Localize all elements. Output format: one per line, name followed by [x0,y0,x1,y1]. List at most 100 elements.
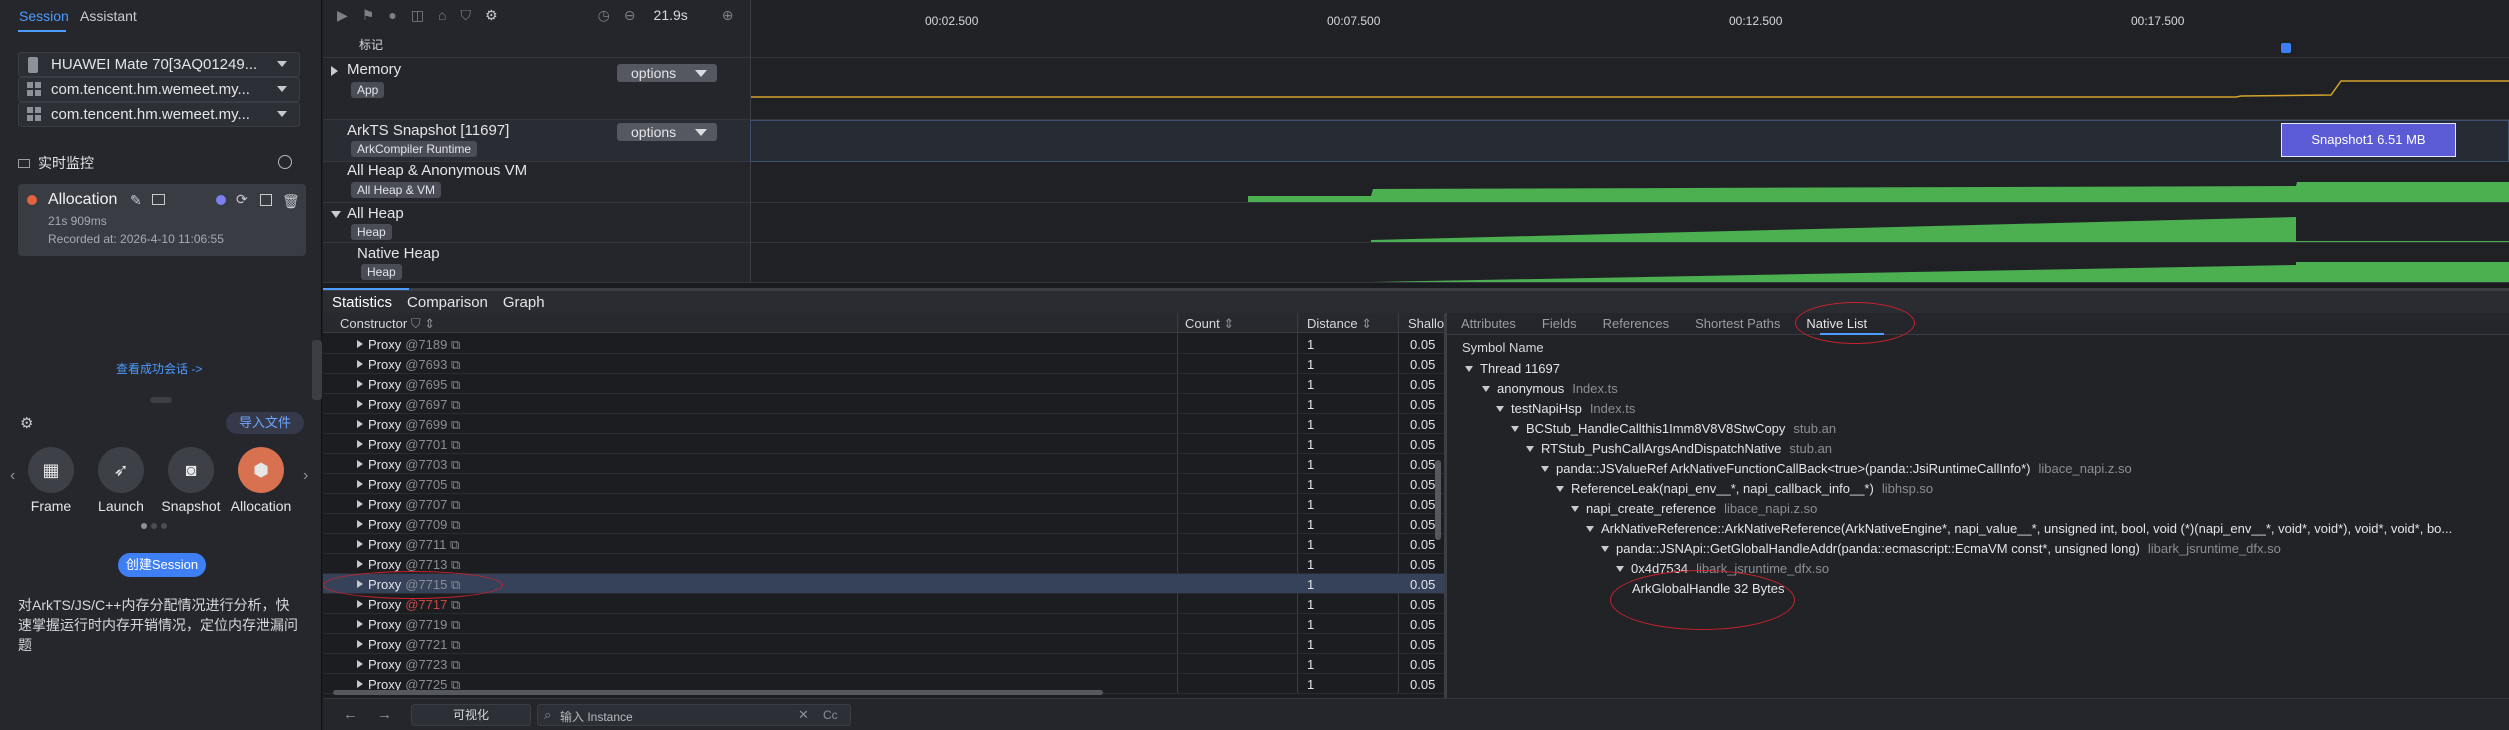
expand-arrow-icon[interactable] [357,340,363,348]
table-row[interactable]: Proxy @7703 ⧉ 1 0.05 [323,454,1444,474]
table-row[interactable]: Proxy @7719 ⧉ 1 0.05 [323,614,1444,634]
table-row[interactable]: Proxy @7701 ⧉ 1 0.05 [323,434,1444,454]
tree-node[interactable]: napi_create_reference libace_napi.z.so [1571,501,1817,516]
collapse-arrow-icon[interactable] [1571,506,1579,512]
allocation-session-card[interactable]: Allocation ✎ ⟳ 🗑 21s 909ms Recorded at: … [18,184,306,256]
table-row[interactable]: Proxy @7723 ⧉ 1 0.05 [323,654,1444,674]
collapse-handle[interactable] [150,397,172,403]
copy-icon[interactable]: ⧉ [451,497,460,512]
tab-session[interactable]: Session [19,8,69,24]
search-input[interactable]: 输入 Instance [560,708,633,725]
snapshot-badge[interactable]: Snapshot1 6.51 MB [2281,123,2456,157]
camera-marker-icon[interactable] [2281,43,2291,53]
panel-resize-handle[interactable] [312,340,322,400]
app-select-2[interactable]: com.tencent.hm.wemeet.my... [18,102,300,127]
tree-node[interactable]: ReferenceLeak(napi_env__*, napi_callback… [1556,481,1933,496]
save-icon[interactable] [260,194,272,206]
copy-icon[interactable]: ⧉ [450,537,459,552]
tab-references[interactable]: References [1603,316,1669,331]
expand-arrow-icon[interactable] [357,640,363,648]
table-row[interactable]: Proxy @7713 ⧉ 1 0.05 [323,554,1444,574]
import-file-button[interactable]: 导入文件 [226,412,304,434]
collapse-arrow-icon[interactable] [1616,566,1624,572]
copy-icon[interactable]: ⧉ [451,337,460,352]
filter-icon[interactable]: ⛉ [411,316,421,331]
col-distance[interactable]: Distance ⇕ [1307,316,1372,332]
tree-node[interactable]: ArkNativeReference::ArkNativeReference(A… [1586,521,2452,536]
expand-arrow-icon[interactable] [357,520,363,528]
expand-arrow-icon[interactable] [357,680,363,688]
table-row[interactable]: Proxy @7699 ⧉ 1 0.05 [323,414,1444,434]
frame-tool-icon[interactable]: ▦ [28,447,74,493]
tab-fields[interactable]: Fields [1542,316,1577,331]
tab-shortest-paths[interactable]: Shortest Paths [1695,316,1780,331]
stop-icon[interactable]: ● [388,7,396,23]
tree-node[interactable]: BCStub_HandleCallthis1Imm8V8V8StwCopy stu… [1511,421,1836,436]
collapse-arrow-icon[interactable] [1482,386,1490,392]
play-icon[interactable]: ▶ [337,7,348,24]
back-arrow-icon[interactable]: ← [343,706,358,723]
snapshot-icon[interactable]: ◫ [411,7,424,24]
sort-icon[interactable]: ⇕ [424,316,435,331]
refresh-icon[interactable]: ⟳ [236,191,248,208]
edit-icon[interactable]: ✎ [130,192,142,209]
filter-icon[interactable]: ⛉ [461,7,472,24]
expand-arrow-icon[interactable] [357,400,363,408]
table-row[interactable]: Proxy @7711 ⧉ 1 0.05 [323,534,1444,554]
copy-icon[interactable]: ⧉ [451,377,460,392]
options-dropdown[interactable]: options [617,123,717,141]
tree-node[interactable]: RTStub_PushCallArgsAndDispatchNative stub… [1526,441,1832,456]
col-shallow[interactable]: Shallo [1408,316,1444,331]
settings-icon[interactable]: ⚙ [485,7,498,24]
track-arkts-snapshot[interactable]: ArkTS Snapshot [11697] ArkCompiler Runti… [323,120,750,162]
chevron-right-icon[interactable]: › [303,467,308,485]
launch-tool-icon[interactable]: ➶ [98,447,144,493]
copy-icon[interactable]: ⧉ [451,517,460,532]
track-native-heap[interactable]: Native Heap Heap [323,243,750,283]
table-row[interactable]: Proxy @7189 ⧉ 1 0.05 [323,334,1444,354]
app-select-1[interactable]: com.tencent.hm.wemeet.my... [18,77,300,102]
home-icon[interactable]: ⌂ [438,7,446,23]
table-row[interactable]: Proxy @7697 ⧉ 1 0.05 [323,394,1444,414]
heap-track-area[interactable] [750,203,2509,243]
match-case-toggle[interactable]: Cc [823,708,838,722]
expand-arrow-icon[interactable] [357,360,363,368]
heap-vm-track-area[interactable] [750,162,2509,203]
collapse-arrow-icon[interactable] [1511,426,1519,432]
expand-arrow-icon[interactable] [357,460,363,468]
collapse-arrow-icon[interactable] [1496,406,1504,412]
expand-arrow-icon[interactable] [357,560,363,568]
snapshot-track-area[interactable]: Snapshot1 6.51 MB [750,120,2509,162]
track-all-heap[interactable]: All Heap Heap [323,203,750,243]
copy-icon[interactable]: ⧉ [451,617,460,632]
copy-icon[interactable]: ⧉ [451,557,460,572]
col-constructor[interactable]: Constructor ⛉ ⇕ [340,316,435,332]
expand-arrow-icon[interactable] [357,480,363,488]
zoom-out-icon[interactable]: ⊖ [624,7,636,24]
expand-arrow-icon[interactable] [357,540,363,548]
tree-node[interactable]: testNapiHsp Index.ts [1496,401,1635,416]
history-icon[interactable]: ◷ [598,7,610,24]
table-row[interactable]: Proxy @7707 ⧉ 1 0.05 [323,494,1444,514]
collapse-arrow-icon[interactable] [1526,446,1534,452]
col-count[interactable]: Count ⇕ [1185,316,1234,332]
track-all-heap-vm[interactable]: All Heap & Anonymous VM All Heap & VM [323,162,750,203]
collapse-arrow-icon[interactable] [1586,526,1594,532]
table-horizontal-scrollbar[interactable] [333,690,1103,695]
forward-arrow-icon[interactable]: → [377,706,392,723]
options-dropdown[interactable]: options [617,64,717,82]
table-row[interactable]: Proxy @7709 ⧉ 1 0.05 [323,514,1444,534]
tree-node[interactable]: panda::JSValueRef ArkNativeFunctionCallB… [1541,461,2132,476]
collapse-arrow-icon[interactable] [1465,366,1473,372]
tree-node[interactable]: anonymous Index.ts [1482,381,1618,396]
pager-dot[interactable] [151,523,157,529]
expand-arrow-icon[interactable] [357,440,363,448]
expand-arrow-icon[interactable] [357,380,363,388]
copy-icon[interactable]: ⧉ [451,477,460,492]
table-row[interactable]: Proxy @7695 ⧉ 1 0.05 [323,374,1444,394]
pager-dot[interactable] [141,523,147,529]
target-icon[interactable] [278,155,292,169]
expand-arrow-icon[interactable] [331,66,338,76]
device-select[interactable]: HUAWEI Mate 70[3AQ01249... [18,52,300,77]
table-row[interactable]: Proxy @7717 ⧉ 1 0.05 [323,594,1444,614]
